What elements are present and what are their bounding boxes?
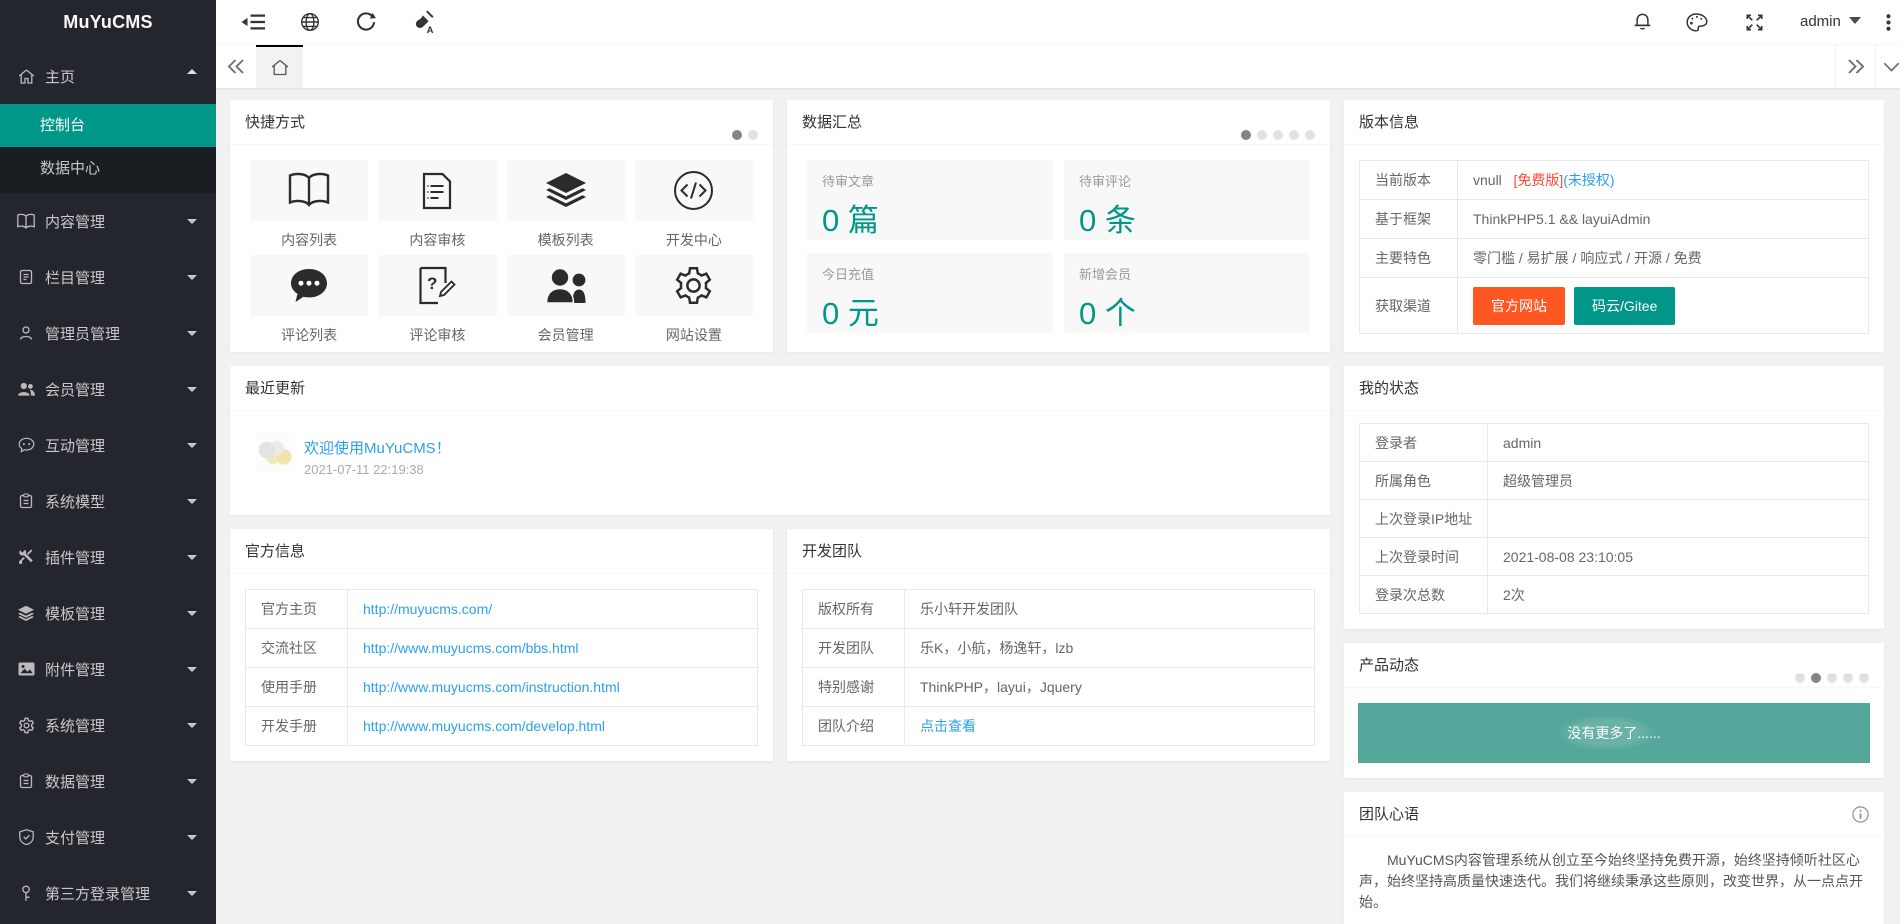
svg-text:A: A xyxy=(427,25,434,34)
svg-text:?: ? xyxy=(427,274,437,293)
